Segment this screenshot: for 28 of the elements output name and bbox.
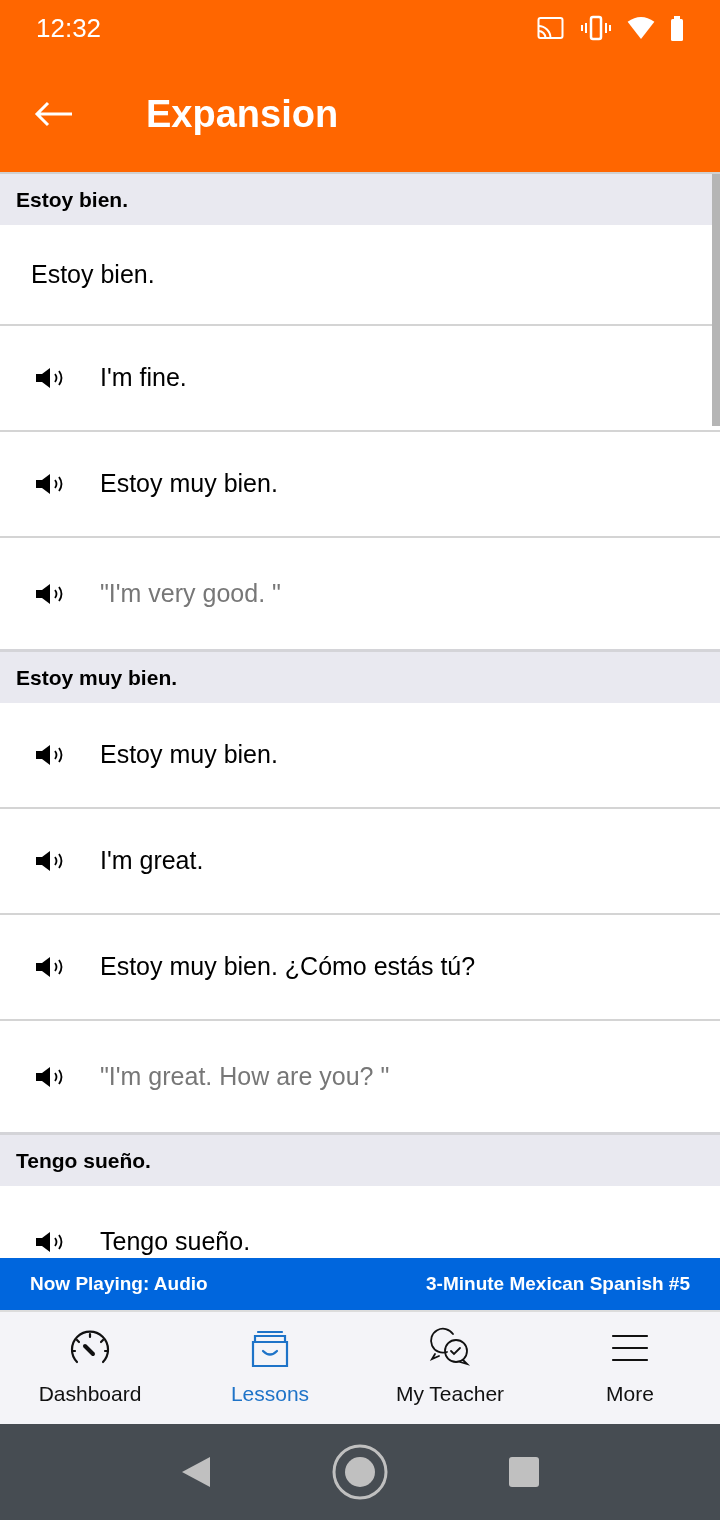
now-playing-bar[interactable]: Now Playing: Audio 3-Minute Mexican Spanish #5 bbox=[0, 1258, 720, 1310]
nav-tab[interactable]: More bbox=[540, 1312, 720, 1424]
back-nav-icon[interactable] bbox=[180, 1455, 212, 1489]
vibrate-icon bbox=[580, 15, 612, 41]
phrase-text: Estoy muy bien. bbox=[100, 739, 278, 771]
translation-text: "I'm great. How are you? " bbox=[100, 1060, 390, 1092]
cast-icon bbox=[536, 16, 566, 40]
battery-icon bbox=[670, 15, 684, 41]
lesson-title: 3-Minute Mexican Spanish #5 bbox=[426, 1271, 690, 1296]
section-header: Estoy muy bien. bbox=[0, 652, 720, 703]
nav-tab[interactable]: My Teacher bbox=[360, 1312, 540, 1424]
recents-nav-icon[interactable] bbox=[508, 1456, 540, 1488]
home-nav-icon[interactable] bbox=[332, 1444, 388, 1500]
clock: 12:32 bbox=[36, 11, 102, 45]
phrase-text: Estoy muy bien. ¿Cómo estás tú? bbox=[100, 951, 476, 983]
phrase-text: I'm great. bbox=[100, 845, 204, 877]
back-arrow-icon bbox=[34, 101, 74, 127]
nav-tab[interactable]: Dashboard bbox=[0, 1312, 180, 1424]
screen-title: Expansion bbox=[146, 91, 339, 137]
phrase-text: Estoy muy bien. bbox=[100, 468, 278, 500]
phrase-text: Tengo sueño. bbox=[100, 1225, 251, 1257]
nav-tab[interactable]: Lessons bbox=[180, 1312, 360, 1424]
now-playing-label: Now Playing: Audio bbox=[30, 1271, 208, 1296]
section-header: Tengo sueño. bbox=[0, 1135, 720, 1186]
wifi-icon bbox=[626, 17, 656, 39]
phrase-text: I'm fine. bbox=[100, 362, 187, 394]
phrase-text: Estoy bien. bbox=[31, 258, 155, 290]
translation-text: "I'm very good. " bbox=[100, 577, 281, 609]
